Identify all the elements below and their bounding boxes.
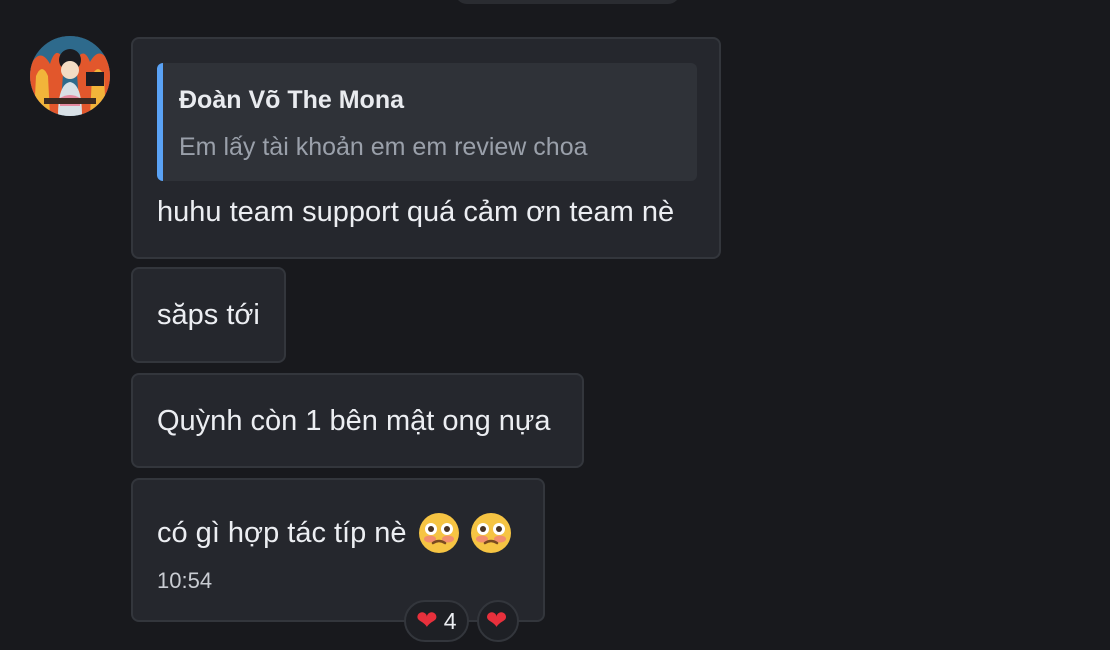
reaction-count: 4 (443, 607, 457, 634)
message-text: Quỳnh còn 1 bên mật ong nựa (157, 405, 551, 437)
heart-icon: ❤ (485, 606, 508, 636)
date-pill (455, 0, 680, 4)
flushed-face-icon (469, 511, 513, 555)
heart-icon: ❤ (416, 606, 438, 636)
reactions-bar: ❤ 4 ❤ (404, 600, 519, 642)
reaction-heart-count[interactable]: ❤ 4 (404, 600, 469, 642)
quote-author: Đoàn Võ The Mona (179, 86, 404, 114)
message-timestamp: 10:54 (157, 568, 213, 593)
flushed-face-icon (417, 511, 461, 555)
quote-text: Em lấy tài khoản em em review choa (179, 133, 588, 161)
reaction-heart[interactable]: ❤ (476, 600, 519, 642)
quote-accent-bar (157, 63, 163, 181)
message-text: săps tới (157, 299, 260, 331)
reply-quote[interactable]: Đoàn Võ The Mona Em lấy tài khoản em em … (157, 63, 697, 181)
avatar-image (30, 36, 110, 116)
chat-view: Đoàn Võ The Mona Em lấy tài khoản em em … (0, 0, 1110, 650)
message-text: huhu team support quá cảm ơn team nè (157, 196, 675, 228)
avatar[interactable] (30, 36, 110, 116)
message-bubble[interactable]: Đoàn Võ The Mona Em lấy tài khoản em em … (131, 37, 721, 259)
message-text: có gì hợp tác típ nè (157, 516, 407, 549)
message-bubble[interactable]: Quỳnh còn 1 bên mật ong nựa (131, 373, 584, 468)
message-bubble[interactable]: săps tới (131, 267, 286, 363)
message-text-row: có gì hợp tác típ nè (157, 511, 513, 555)
